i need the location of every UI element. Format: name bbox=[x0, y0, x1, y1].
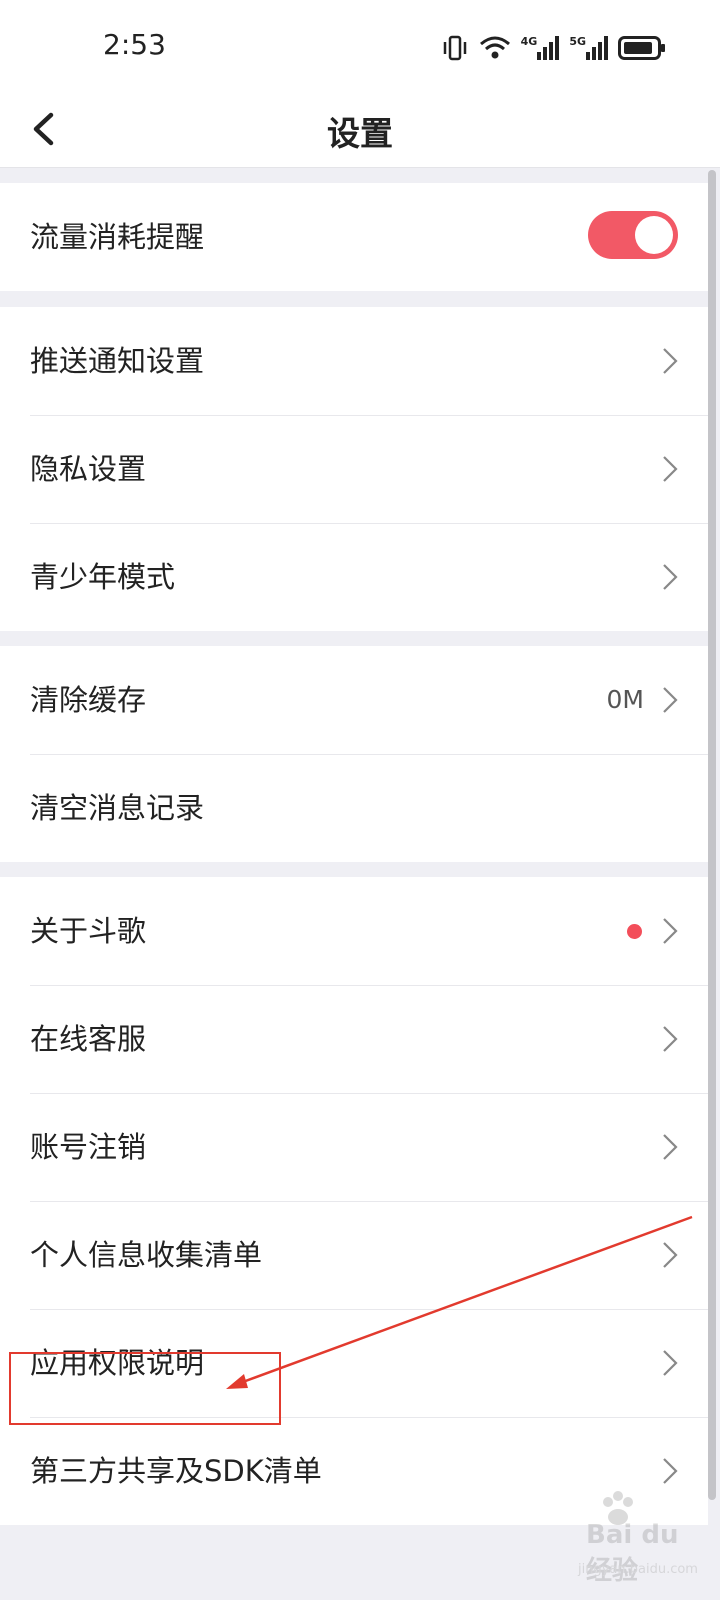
list-item-personal-info-list[interactable]: 个人信息收集清单 bbox=[0, 1201, 708, 1309]
item-label: 第三方共享及SDK清单 bbox=[30, 1454, 322, 1488]
chevron-right-icon bbox=[663, 1350, 678, 1376]
annotation-highlight-box bbox=[9, 1352, 281, 1425]
item-label: 清空消息记录 bbox=[30, 791, 205, 825]
list-item-traffic-reminder: 流量消耗提醒 bbox=[0, 183, 708, 291]
list-item-privacy-settings[interactable]: 隐私设置 bbox=[0, 415, 708, 523]
item-label: 账号注销 bbox=[30, 1130, 147, 1164]
settings-group-traffic: 流量消耗提醒 bbox=[0, 183, 708, 291]
signal-icon bbox=[586, 36, 608, 60]
list-item-about[interactable]: 关于斗歌 bbox=[0, 877, 708, 985]
item-label: 在线客服 bbox=[30, 1022, 147, 1056]
item-label: 青少年模式 bbox=[30, 560, 176, 594]
status-time: 2:53 bbox=[103, 28, 166, 61]
chevron-right-icon bbox=[663, 918, 678, 944]
item-label: 清除缓存 bbox=[30, 683, 147, 717]
red-dot-badge bbox=[627, 924, 642, 939]
list-item-clear-cache[interactable]: 清除缓存 0M bbox=[0, 646, 708, 754]
scrollbar[interactable] bbox=[708, 170, 716, 1500]
item-label: 流量消耗提醒 bbox=[30, 220, 205, 254]
net-label-4g: 4G bbox=[520, 35, 538, 48]
vibrate-icon bbox=[443, 35, 466, 61]
chevron-right-icon bbox=[663, 1134, 678, 1160]
item-label: 关于斗歌 bbox=[30, 914, 147, 948]
status-icons: 4G 5G bbox=[441, 33, 666, 63]
item-label: 个人信息收集清单 bbox=[30, 1238, 263, 1272]
chevron-right-icon bbox=[663, 348, 678, 374]
list-item-online-service[interactable]: 在线客服 bbox=[0, 985, 708, 1093]
signal-icon bbox=[537, 36, 560, 60]
list-item-clear-messages[interactable]: 清空消息记录 bbox=[0, 754, 708, 862]
page-title: 设置 bbox=[327, 114, 393, 153]
watermark-url: jingyan.baidu.com bbox=[578, 1562, 698, 1577]
wifi-icon bbox=[479, 36, 510, 59]
settings-group-about: 关于斗歌 在线客服 账号注销 个人信息收集清单 应用权限说明 第三方共享及SDK… bbox=[0, 877, 708, 1525]
chevron-right-icon bbox=[663, 456, 678, 482]
net-label-5g: 5G bbox=[569, 35, 586, 48]
settings-group-storage: 清除缓存 0M 清空消息记录 bbox=[0, 646, 708, 862]
settings-group-privacy: 推送通知设置 隐私设置 青少年模式 bbox=[0, 307, 708, 631]
status-bar: 2:53 4G 5G bbox=[0, 0, 720, 92]
list-item-teen-mode[interactable]: 青少年模式 bbox=[0, 523, 708, 631]
toggle-knob bbox=[635, 216, 673, 254]
list-item-account-cancel[interactable]: 账号注销 bbox=[0, 1093, 708, 1201]
nav-header: 设置 bbox=[0, 92, 720, 168]
battery-icon bbox=[618, 36, 665, 60]
signal-5g: 5G bbox=[569, 36, 608, 60]
chevron-right-icon bbox=[663, 564, 678, 590]
chevron-right-icon bbox=[663, 687, 678, 713]
chevron-right-icon bbox=[663, 1458, 678, 1484]
baidu-watermark: Bai du 经验 jingyan.baidu.com bbox=[540, 1490, 710, 1590]
signal-4g: 4G bbox=[521, 36, 560, 60]
chevron-right-icon bbox=[663, 1026, 678, 1052]
chevron-right-icon bbox=[663, 1242, 678, 1268]
list-item-push-settings[interactable]: 推送通知设置 bbox=[0, 307, 708, 415]
cache-size-value: 0M bbox=[606, 685, 644, 714]
item-label: 隐私设置 bbox=[30, 452, 147, 486]
item-label: 推送通知设置 bbox=[30, 344, 205, 378]
traffic-reminder-toggle[interactable] bbox=[588, 211, 678, 259]
